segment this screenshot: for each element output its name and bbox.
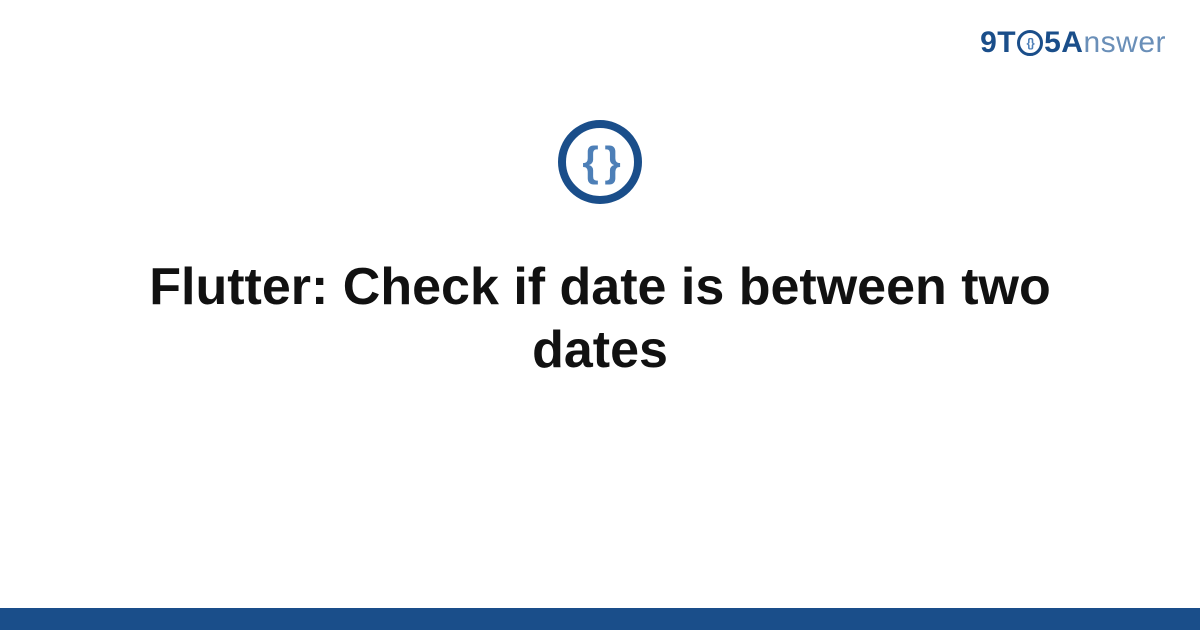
brand-part-1: 9T <box>980 26 1016 60</box>
brand-circle-icon <box>1017 30 1043 56</box>
code-braces-glyph: { } <box>582 141 617 183</box>
brand-part-4: nswer <box>1083 26 1166 60</box>
code-braces-badge-icon: { } <box>558 120 642 204</box>
page-title: Flutter: Check if date is between two da… <box>110 256 1090 383</box>
content-center: { } Flutter: Check if date is between tw… <box>0 120 1200 383</box>
brand-logo: 9T 5 A nswer <box>980 26 1166 60</box>
brand-part-3: A <box>1061 26 1083 60</box>
brand-part-2: 5 <box>1044 26 1061 60</box>
footer-accent-bar <box>0 608 1200 630</box>
